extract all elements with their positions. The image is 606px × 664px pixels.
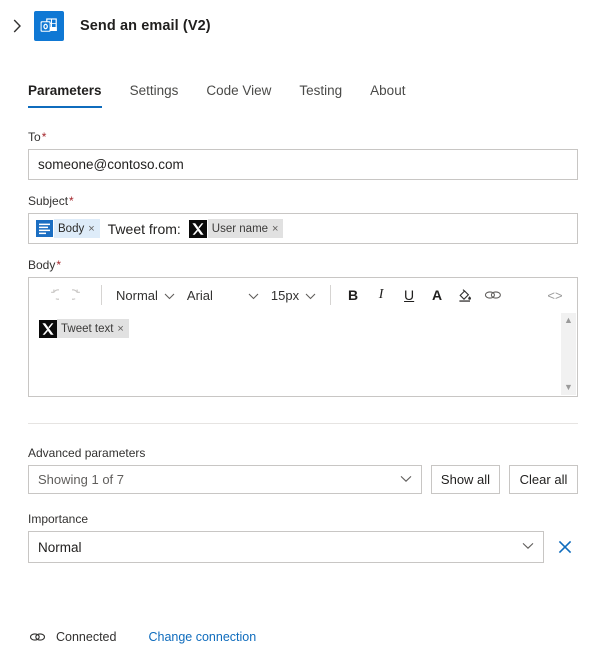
chevron-down-icon [164, 288, 175, 303]
field-advanced-parameters: Advanced parameters Showing 1 of 7 Show … [28, 446, 578, 494]
token-body-text: Body [58, 222, 85, 235]
underline-button[interactable]: U [395, 281, 423, 309]
label-importance: Importance [28, 512, 89, 526]
x-twitter-icon [189, 219, 208, 238]
token-user-name-text: User name [211, 222, 269, 235]
toolbar-divider [330, 285, 332, 305]
tab-code-view[interactable]: Code View [192, 83, 285, 108]
connection-status: Connected [56, 630, 117, 644]
font-size-value: 15px [270, 287, 300, 303]
font-color-icon: A [432, 287, 443, 303]
subject-static-text: Tweet from: [107, 220, 181, 237]
link-chain-icon [28, 628, 46, 646]
clear-importance-button[interactable] [553, 534, 578, 560]
label-body: Body* [28, 258, 578, 272]
label-subject-text: Subject [28, 194, 69, 208]
insert-link-button[interactable] [479, 281, 507, 309]
connection-footer: Connected Change connection [28, 628, 256, 646]
token-tweet-text-label: Tweet text × [57, 319, 129, 338]
tab-parameters[interactable]: Parameters [28, 83, 116, 108]
token-user-name-label: User name × [207, 219, 284, 238]
x-twitter-icon [38, 319, 57, 338]
tab-testing[interactable]: Testing [285, 83, 356, 108]
subject-input[interactable]: Body × Tweet from: User name × [28, 213, 578, 244]
token-remove-icon[interactable]: × [117, 323, 123, 335]
field-importance: Importance Normal [28, 512, 578, 563]
tab-about[interactable]: About [356, 83, 419, 108]
body-scrollbar[interactable]: ▲ ▼ [561, 313, 576, 395]
scroll-down-icon[interactable]: ▼ [564, 383, 573, 392]
body-text-icon [35, 219, 54, 238]
highlight-button[interactable] [451, 281, 479, 309]
paragraph-style-value: Normal [116, 287, 158, 303]
card-header: Send an email (V2) [0, 0, 606, 46]
field-subject: Subject* Body × Tweet from: User name × [28, 194, 578, 244]
font-family-dropdown[interactable]: Arial [181, 281, 265, 309]
tab-settings[interactable]: Settings [116, 83, 193, 108]
label-subject: Subject* [28, 194, 578, 208]
underline-icon: U [404, 287, 415, 303]
required-marker: * [69, 194, 74, 208]
show-all-button[interactable]: Show all [431, 465, 500, 494]
to-input[interactable]: someone@contoso.com [28, 149, 578, 180]
token-tweet-text-value: Tweet text [61, 322, 114, 335]
label-to-text: To [28, 130, 41, 144]
italic-icon: I [378, 287, 384, 302]
chevron-right-icon[interactable] [6, 11, 28, 41]
chevron-down-icon [522, 541, 534, 553]
font-family-value: Arial [186, 287, 213, 303]
chevron-down-icon [400, 474, 412, 486]
required-marker: * [56, 258, 62, 272]
importance-dropdown[interactable]: Normal [28, 531, 544, 563]
chevron-down-icon [248, 288, 259, 303]
outlook-icon [34, 11, 64, 41]
body-rich-text-editor: Normal Arial 15px B I U A <> Tweet text … [28, 277, 578, 397]
undo-icon[interactable] [37, 281, 65, 309]
italic-button[interactable]: I [367, 281, 395, 309]
scroll-up-icon[interactable]: ▲ [564, 316, 573, 325]
field-body: Body* Normal Arial 15px B I U A <> Tweet… [28, 258, 578, 397]
bold-button[interactable]: B [339, 281, 367, 309]
tab-bar: Parameters Settings Code View Testing Ab… [0, 70, 606, 108]
change-connection-link[interactable]: Change connection [148, 630, 256, 644]
importance-row: Normal [28, 531, 578, 563]
section-divider [28, 423, 578, 424]
label-body-text: Body [28, 258, 56, 272]
token-tweet-text[interactable]: Tweet text × [38, 319, 129, 338]
advanced-parameters-row: Showing 1 of 7 Show all Clear all [28, 465, 578, 494]
font-color-button[interactable]: A [423, 281, 451, 309]
code-view-icon: <> [547, 287, 563, 303]
parameters-form: To* someone@contoso.com Subject* Body × … [0, 130, 606, 563]
importance-value: Normal [38, 539, 82, 555]
required-marker: * [41, 130, 47, 144]
code-view-button[interactable]: <> [541, 281, 569, 309]
label-advanced-parameters: Advanced parameters [28, 446, 146, 460]
font-size-dropdown[interactable]: 15px [265, 281, 322, 309]
rich-text-toolbar: Normal Arial 15px B I U A <> [29, 278, 577, 312]
token-remove-icon[interactable]: × [88, 223, 94, 235]
advanced-parameters-value: Showing 1 of 7 [38, 472, 125, 487]
advanced-parameters-dropdown[interactable]: Showing 1 of 7 [28, 465, 422, 494]
toolbar-divider [101, 285, 102, 305]
token-body[interactable]: Body × [35, 219, 100, 238]
clear-all-button[interactable]: Clear all [509, 465, 578, 494]
chevron-down-icon [305, 288, 316, 303]
body-content-area[interactable]: Tweet text × ▲ ▼ [29, 312, 577, 396]
page-title: Send an email (V2) [80, 18, 211, 34]
action-card: Send an email (V2) Parameters Settings C… [0, 0, 606, 664]
field-to: To* someone@contoso.com [28, 130, 578, 180]
token-remove-icon[interactable]: × [272, 223, 278, 235]
to-input-value: someone@contoso.com [38, 157, 184, 172]
token-user-name[interactable]: User name × [189, 219, 284, 238]
redo-icon[interactable] [65, 281, 93, 309]
token-body-label: Body × [54, 219, 100, 238]
paragraph-style-dropdown[interactable]: Normal [110, 281, 181, 309]
label-to: To* [28, 130, 578, 144]
bold-icon: B [348, 287, 359, 303]
